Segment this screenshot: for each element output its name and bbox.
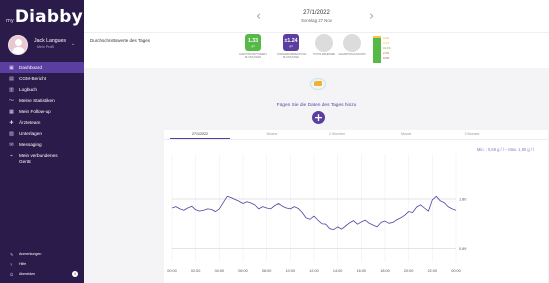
date-navigator: ‹ 27/1/2022 Sonntag 27 Nov › bbox=[84, 0, 549, 32]
total-insulin-label: GESAMTINSULINDOSIS bbox=[338, 53, 366, 56]
notes-icon: ✎ bbox=[10, 251, 14, 257]
app-window: my Diabby Jack Langues Mein Profil ⌄ ▣ D… bbox=[0, 0, 549, 283]
info-icon[interactable]: i bbox=[72, 271, 78, 277]
followup-icon: ▦ bbox=[9, 108, 14, 115]
current-date-weekday: Sonntag 27 Nov bbox=[301, 18, 332, 23]
sidebar-item-label: CGM-Bericht bbox=[19, 76, 47, 81]
time-in-range-bar bbox=[373, 36, 381, 63]
glucose-chart-card: 27/1/2022 Woche 2 Wochen Monat 3 Monate … bbox=[164, 130, 548, 283]
x-tick-label: 02:00 bbox=[191, 269, 201, 273]
empty-state: Fügen Sie die Daten des Tages hinzu + bbox=[84, 68, 549, 128]
notes-link[interactable]: ✎ Anmerkungen bbox=[0, 249, 84, 259]
logout-link[interactable]: ⏻ Abmelden i bbox=[0, 269, 84, 279]
x-tick-label: 22:00 bbox=[428, 269, 438, 273]
mean-glucose-label: DURCHSCHNITTSWERT BLUTZUCKER bbox=[239, 53, 267, 59]
help-icon: ? bbox=[10, 261, 13, 267]
avatar bbox=[8, 35, 28, 55]
report-icon: ▤ bbox=[9, 75, 14, 82]
statistics-icon: 〜 bbox=[8, 98, 14, 104]
x-tick-label: 04:00 bbox=[215, 269, 225, 273]
sidebar-item-logbook[interactable]: ▥ Logbuch bbox=[0, 84, 84, 95]
dashboard-icon: ▣ bbox=[9, 64, 14, 71]
sidebar-item-messaging[interactable]: ✉ Messaging bbox=[0, 139, 84, 150]
mean-glucose-tile: 1.33 g/l bbox=[245, 34, 261, 51]
logo-prefix: my bbox=[6, 18, 14, 24]
time-in-range-values: 4.0% 0.0% 94.0% 2.0% 0.0% bbox=[383, 36, 391, 61]
messaging-icon: ✉ bbox=[9, 141, 14, 148]
sidebar-item-label: Logbuch bbox=[19, 87, 37, 92]
threshold-label: 0.69 bbox=[459, 247, 466, 251]
sidebar-item-label: Mein Follow-up bbox=[19, 109, 51, 114]
user-profile[interactable]: Jack Langues Mein Profil ⌄ bbox=[0, 33, 84, 58]
tir-very-low: 0.0% bbox=[383, 57, 390, 60]
logbook-icon: ▥ bbox=[9, 86, 14, 93]
sidebar-item-dashboard[interactable]: ▣ Dashboard bbox=[0, 62, 84, 73]
x-tick-label: 16:00 bbox=[357, 269, 367, 273]
x-tick-label: 10:00 bbox=[286, 269, 296, 273]
x-tick-label: 08:00 bbox=[262, 269, 272, 273]
device-icon: ⌁ bbox=[9, 153, 13, 159]
sidebar: my Diabby Jack Langues Mein Profil ⌄ ▣ D… bbox=[0, 0, 84, 283]
doctor-team-icon: ✚ bbox=[9, 119, 14, 126]
sidebar-footer: ✎ Anmerkungen ? Hilfe ⏻ Abmelden i bbox=[0, 249, 84, 279]
x-tick-label: 18:00 bbox=[380, 269, 390, 273]
daily-averages-title: Durchschnittswerte des Tages bbox=[90, 38, 150, 43]
total-insulin-circle bbox=[343, 34, 361, 52]
sidebar-item-label: Mein verbundenes Gerät bbox=[19, 153, 58, 164]
add-data-button[interactable]: + bbox=[312, 111, 325, 124]
x-tick-label: 00:00 bbox=[167, 269, 177, 273]
logout-icon: ⏻ bbox=[10, 271, 14, 277]
help-label: Hilfe bbox=[19, 262, 27, 266]
sidebar-item-documents[interactable]: ▧ Unterlagen bbox=[0, 128, 84, 139]
main-content: ‹ 27/1/2022 Sonntag 27 Nov › Durchschnit… bbox=[84, 0, 549, 283]
sidebar-item-cgm-report[interactable]: ▤ CGM-Bericht bbox=[0, 73, 84, 84]
user-profile-link[interactable]: Mein Profil bbox=[37, 45, 54, 49]
help-link[interactable]: ? Hilfe bbox=[0, 259, 84, 269]
hypos-label: HYPOS ERKENNEN bbox=[312, 53, 336, 56]
logo-name: Diabby bbox=[14, 7, 83, 27]
sidebar-nav: ▣ Dashboard ▤ CGM-Bericht ▥ Logbuch 〜 Me… bbox=[0, 62, 84, 168]
sidebar-item-statistics[interactable]: 〜 Meine Statistiken bbox=[0, 95, 84, 106]
std-deviation-label: STANDARDABWEICHUNG BLUTZUCKER bbox=[277, 53, 307, 59]
threshold-label: 1.80 bbox=[459, 197, 466, 201]
diabby-logo[interactable]: my Diabby bbox=[6, 7, 83, 29]
chevron-right-icon[interactable]: › bbox=[369, 9, 374, 24]
x-tick-label: 20:00 bbox=[404, 269, 414, 273]
sidebar-item-followup[interactable]: ▦ Mein Follow-up bbox=[0, 106, 84, 117]
std-deviation-unit: g/l bbox=[289, 44, 293, 48]
logout-label: Abmelden bbox=[19, 272, 36, 276]
mean-glucose-unit: g/l bbox=[251, 44, 255, 48]
x-tick-label: 00:00 bbox=[451, 269, 461, 273]
x-tick-label: 06:00 bbox=[238, 269, 248, 273]
x-tick-label: 14:00 bbox=[333, 269, 343, 273]
x-tick-label: 12:00 bbox=[309, 269, 319, 273]
empty-state-text: Fügen Sie die Daten des Tages hinzu bbox=[276, 103, 357, 108]
empty-state-illustration bbox=[310, 77, 326, 91]
notes-label: Anmerkungen bbox=[19, 252, 42, 256]
std-deviation-tile: ±1.24 g/l bbox=[283, 34, 299, 51]
current-date[interactable]: 27/1/2022 bbox=[84, 10, 549, 16]
sidebar-item-label: Ärzteteam bbox=[19, 120, 41, 125]
hypos-circle bbox=[315, 34, 333, 52]
glucose-line-chart: 00:00 02:00 04:00 06:00 08:00 10:00 12:00 14:00… bbox=[167, 154, 466, 273]
sidebar-item-label: Messaging bbox=[19, 142, 42, 147]
sidebar-item-label: Meine Statistiken bbox=[19, 98, 55, 103]
chevron-down-icon: ⌄ bbox=[71, 41, 76, 47]
daily-averages-panel: Durchschnittswerte des Tages 1.33 g/l DU… bbox=[84, 32, 549, 68]
sidebar-item-device[interactable]: ⌁ Mein verbundenes Gerät bbox=[0, 150, 84, 168]
sidebar-item-label: Dashboard bbox=[19, 65, 42, 70]
sidebar-item-label: Unterlagen bbox=[19, 131, 42, 136]
documents-icon: ▧ bbox=[9, 130, 14, 137]
sidebar-item-doctor-team[interactable]: ✚ Ärzteteam bbox=[0, 117, 84, 128]
user-name: Jack Langues bbox=[34, 38, 67, 44]
